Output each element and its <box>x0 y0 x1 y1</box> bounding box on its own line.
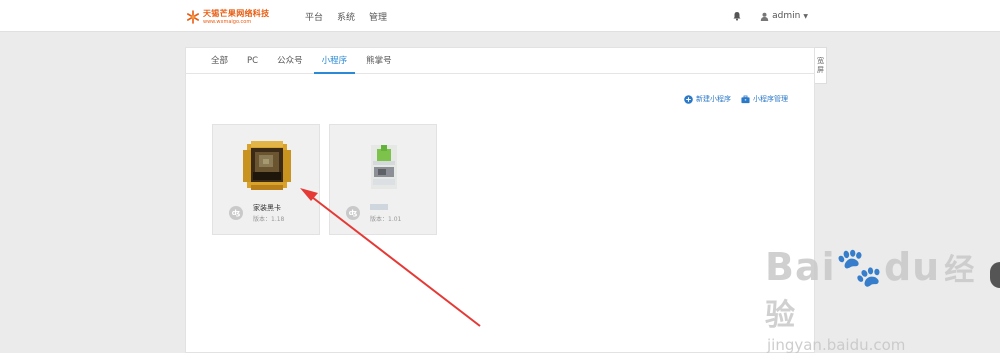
nav-item-manage[interactable]: 管理 <box>369 10 387 23</box>
username: admin <box>772 11 801 21</box>
snowflake-logo-icon <box>186 10 200 24</box>
brand-logo[interactable]: 天锡芒果网络科技 www.wxmaigo.com <box>186 8 269 26</box>
app-avatar-image <box>238 137 296 195</box>
tab-all[interactable]: 全部 <box>203 48 236 74</box>
mini-program-manage-label: 小程序管理 <box>753 95 788 103</box>
nav-item-platform[interactable]: 平台 <box>305 10 323 23</box>
user-menu[interactable]: admin ▼ <box>760 11 808 21</box>
mini-program-manage-button[interactable]: 小程序管理 <box>741 94 788 104</box>
app-name: 家装黑卡 <box>253 204 281 212</box>
watermark-logo-bai: Bai <box>765 245 836 289</box>
brand-url: www.wxmaigo.com <box>203 18 252 25</box>
wide-screen-label-1: 宽 <box>817 57 824 66</box>
tab-official-account[interactable]: 公众号 <box>269 48 311 74</box>
new-mini-program-button[interactable]: 新建小程序 <box>684 94 731 104</box>
top-navbar: 天锡芒果网络科技 www.wxmaigo.com 平台 系统 管理 admin … <box>0 0 1000 32</box>
nav-item-system[interactable]: 系统 <box>337 10 355 23</box>
user-icon <box>760 12 769 21</box>
caret-down-icon: ▼ <box>803 12 808 20</box>
wide-screen-button[interactable]: 宽 屏 <box>815 47 827 84</box>
main-nav: 平台 系统 管理 <box>305 0 401 32</box>
wechat-mini-program-icon: ʤ <box>346 206 360 220</box>
bell-icon[interactable] <box>732 11 742 21</box>
main-panel: 全部 PC 公众号 小程序 熊掌号 新建小程序 小程序管理 ʤ 家装黑卡 版本：… <box>185 47 815 353</box>
tab-xiongzhang[interactable]: 熊掌号 <box>358 48 400 74</box>
wide-screen-label-2: 屏 <box>817 65 824 74</box>
app-version: 版本：1.18 <box>253 216 285 223</box>
paw-icon: 🐾 <box>835 245 884 289</box>
tab-bar: 全部 PC 公众号 小程序 熊掌号 <box>186 48 814 74</box>
new-mini-program-label: 新建小程序 <box>696 95 731 103</box>
briefcase-icon <box>741 95 750 103</box>
app-avatar-image <box>355 137 413 195</box>
mini-program-card[interactable]: ʤ 家装黑卡 版本：1.18 <box>212 124 320 235</box>
tab-mini-program[interactable]: 小程序 <box>313 48 356 74</box>
mini-program-card[interactable]: ʤ 版本：1.01 <box>329 124 437 235</box>
baidu-jingyan-watermark: Bai🐾du 经验 jingyan.baidu.com <box>765 245 1000 353</box>
brand-name: 天锡芒果网络科技 <box>203 8 270 18</box>
tab-pc[interactable]: PC <box>239 48 266 74</box>
watermark-url: jingyan.baidu.com <box>767 336 906 353</box>
wechat-mini-program-icon: ʤ <box>229 206 243 220</box>
plus-circle-icon <box>684 94 693 104</box>
watermark-logo-du: du <box>883 245 941 289</box>
app-name-blurred <box>370 204 388 210</box>
app-version: 版本：1.01 <box>370 216 402 223</box>
